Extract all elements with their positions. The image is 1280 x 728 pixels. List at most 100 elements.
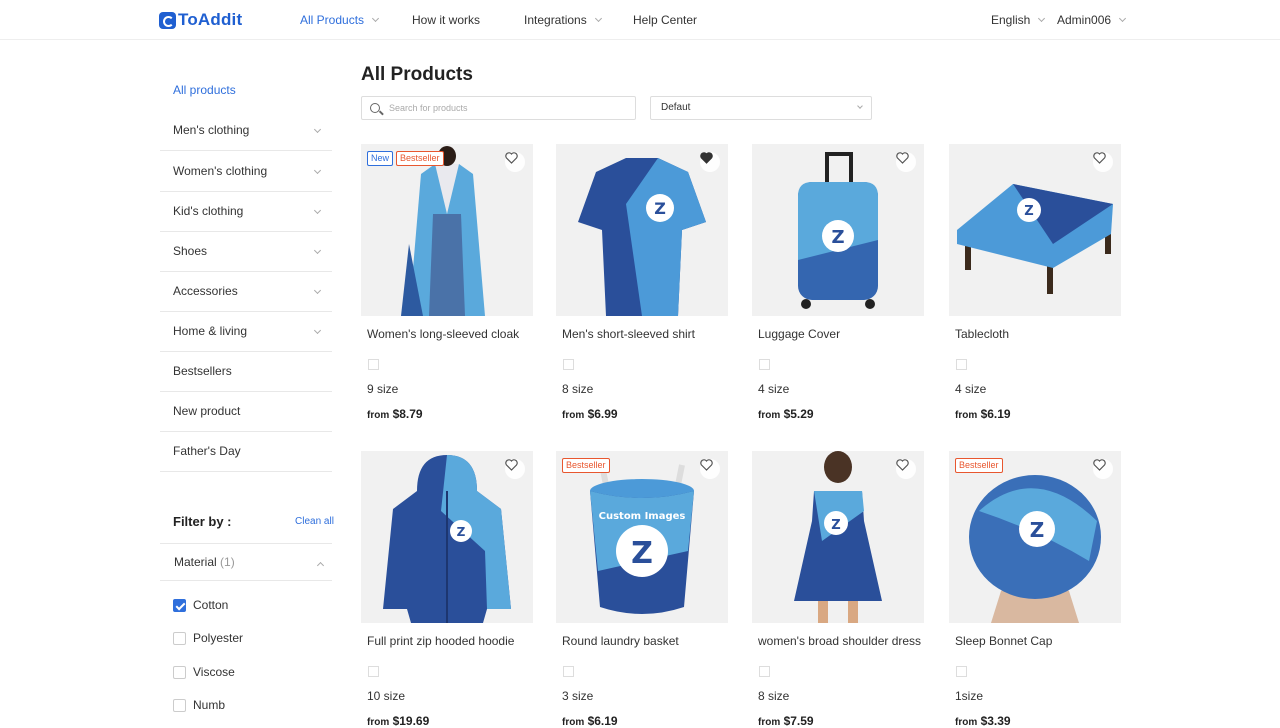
heart-icon-filled[interactable] xyxy=(700,152,720,172)
heart-icon[interactable] xyxy=(896,459,916,479)
color-swatch[interactable] xyxy=(563,359,574,370)
product-image[interactable]: Z xyxy=(556,144,728,316)
product-card[interactable]: New Bestseller Women's long-sleeved cloa… xyxy=(361,144,533,421)
material-option-numb[interactable]: Numb xyxy=(173,698,225,712)
product-name[interactable]: Round laundry basket xyxy=(562,634,679,648)
sidebar-item-bestsellers[interactable]: Bestsellers xyxy=(160,352,332,392)
product-image[interactable]: Z xyxy=(949,144,1121,316)
user-menu[interactable]: Admin006 xyxy=(1057,13,1127,27)
checkbox[interactable] xyxy=(173,631,186,645)
product-size: 1size xyxy=(955,689,984,703)
chevron-down-icon xyxy=(313,286,322,295)
product-image[interactable]: Z Bestseller xyxy=(949,451,1121,623)
product-card[interactable]: Z women's broad shoulder dress 8 size fr… xyxy=(752,451,924,728)
sidebar-item-fathers-day[interactable]: Father's Day xyxy=(160,432,332,472)
color-swatch[interactable] xyxy=(759,666,770,677)
nav-all-products[interactable]: All Products xyxy=(300,13,380,27)
divider xyxy=(160,543,332,544)
product-size: 4 size xyxy=(758,382,790,396)
product-name[interactable]: Sleep Bonnet Cap xyxy=(955,634,1052,648)
svg-text:Z: Z xyxy=(1030,518,1045,542)
product-card[interactable]: Z Luggage Cover 4 size from $5.29 xyxy=(752,144,924,421)
color-swatch[interactable] xyxy=(956,666,967,677)
sidebar-item-home-living[interactable]: Home & living xyxy=(160,312,332,352)
heart-icon[interactable] xyxy=(1093,152,1113,172)
chevron-down-icon xyxy=(313,206,322,215)
material-option-polyester[interactable]: Polyester xyxy=(173,631,243,645)
product-name[interactable]: women's broad shoulder dress xyxy=(758,634,921,648)
product-name[interactable]: Tablecloth xyxy=(955,327,1009,341)
color-swatch[interactable] xyxy=(563,666,574,677)
material-option-viscose[interactable]: Viscose xyxy=(173,665,235,679)
product-price: from $6.99 xyxy=(562,407,618,421)
chevron-down-icon xyxy=(594,14,602,23)
product-size: 4 size xyxy=(955,382,987,396)
product-size: 10 size xyxy=(367,689,406,703)
color-swatch[interactable] xyxy=(956,359,967,370)
product-card[interactable]: Z Tablecloth 4 size from $6.19 xyxy=(949,144,1121,421)
heart-icon[interactable] xyxy=(505,459,525,479)
new-badge: New xyxy=(367,151,394,166)
sidebar-item-shoes[interactable]: Shoes xyxy=(160,232,332,272)
logo-icon xyxy=(159,11,176,29)
color-swatch[interactable] xyxy=(368,666,379,677)
nav-how-it-works[interactable]: How it works xyxy=(412,13,480,27)
bestseller-badge: Bestseller xyxy=(396,151,444,166)
material-option-cotton[interactable]: Cotton xyxy=(173,598,228,612)
chevron-down-icon xyxy=(857,103,863,109)
clean-all-link[interactable]: Clean all xyxy=(295,516,334,527)
color-swatch[interactable] xyxy=(759,359,770,370)
sidebar-item-womens-clothing[interactable]: Women's clothing xyxy=(160,152,332,192)
product-image[interactable]: Z xyxy=(752,144,924,316)
nav-help-center[interactable]: Help Center xyxy=(633,13,697,27)
product-image[interactable]: Z Custom Images Bestseller xyxy=(556,451,728,623)
heart-icon[interactable] xyxy=(505,152,525,172)
search-box[interactable] xyxy=(361,96,636,120)
chevron-down-icon xyxy=(313,246,322,255)
language-selector[interactable]: English xyxy=(991,13,1046,27)
material-filter-toggle[interactable]: Material (1) xyxy=(174,555,235,569)
chevron-down-icon xyxy=(1038,14,1046,23)
sidebar-item-all-products[interactable]: All products xyxy=(173,83,236,97)
search-input[interactable] xyxy=(389,100,629,116)
color-swatch[interactable] xyxy=(368,359,379,370)
product-card[interactable]: Z Bestseller Sleep Bonnet Cap 1size from… xyxy=(949,451,1121,728)
product-card[interactable]: Z Full print zip hooded hoodie 10 size f… xyxy=(361,451,533,728)
product-card[interactable]: Z Custom Images Bestseller Round laundry… xyxy=(556,451,728,728)
heart-icon[interactable] xyxy=(896,152,916,172)
hoodie-illustration: Z xyxy=(361,451,533,623)
page-title: All Products xyxy=(361,64,473,85)
product-name[interactable]: Luggage Cover xyxy=(758,327,840,341)
product-price: from $7.59 xyxy=(758,714,814,728)
chevron-up-icon[interactable] xyxy=(316,561,325,570)
product-name[interactable]: Full print zip hooded hoodie xyxy=(367,634,514,648)
chevron-down-icon xyxy=(313,326,322,335)
sidebar-item-new-product[interactable]: New product xyxy=(160,392,332,432)
product-price: from $19.69 xyxy=(367,714,430,728)
heart-icon[interactable] xyxy=(700,459,720,479)
product-card[interactable]: Z Men's short-sleeved shirt 8 size from … xyxy=(556,144,728,421)
product-image[interactable]: Z xyxy=(752,451,924,623)
badge-group: New Bestseller xyxy=(367,151,444,166)
logo[interactable]: ToAddit xyxy=(159,10,242,30)
sidebar-item-kids-clothing[interactable]: Kid's clothing xyxy=(160,192,332,232)
product-price: from $3.39 xyxy=(955,714,1011,728)
product-image[interactable]: Z xyxy=(361,451,533,623)
badge-group: Bestseller xyxy=(955,458,1003,473)
product-name[interactable]: Men's short-sleeved shirt xyxy=(562,327,695,341)
bestseller-badge: Bestseller xyxy=(562,458,610,473)
bonnet-illustration: Z xyxy=(949,451,1121,623)
sort-select[interactable]: Defaut xyxy=(650,96,872,120)
tablecloth-illustration: Z xyxy=(949,144,1121,316)
heart-icon[interactable] xyxy=(1093,459,1113,479)
checkbox-checked[interactable] xyxy=(173,598,186,612)
sidebar-item-accessories[interactable]: Accessories xyxy=(160,272,332,312)
basket-illustration: Z Custom Images xyxy=(556,451,728,623)
sidebar-item-mens-clothing[interactable]: Men's clothing xyxy=(160,111,332,151)
product-name[interactable]: Women's long-sleeved cloak xyxy=(367,327,519,341)
checkbox[interactable] xyxy=(173,665,186,679)
chevron-down-icon xyxy=(371,14,380,23)
product-image[interactable]: New Bestseller xyxy=(361,144,533,316)
checkbox[interactable] xyxy=(173,698,186,712)
nav-integrations[interactable]: Integrations xyxy=(524,13,602,27)
